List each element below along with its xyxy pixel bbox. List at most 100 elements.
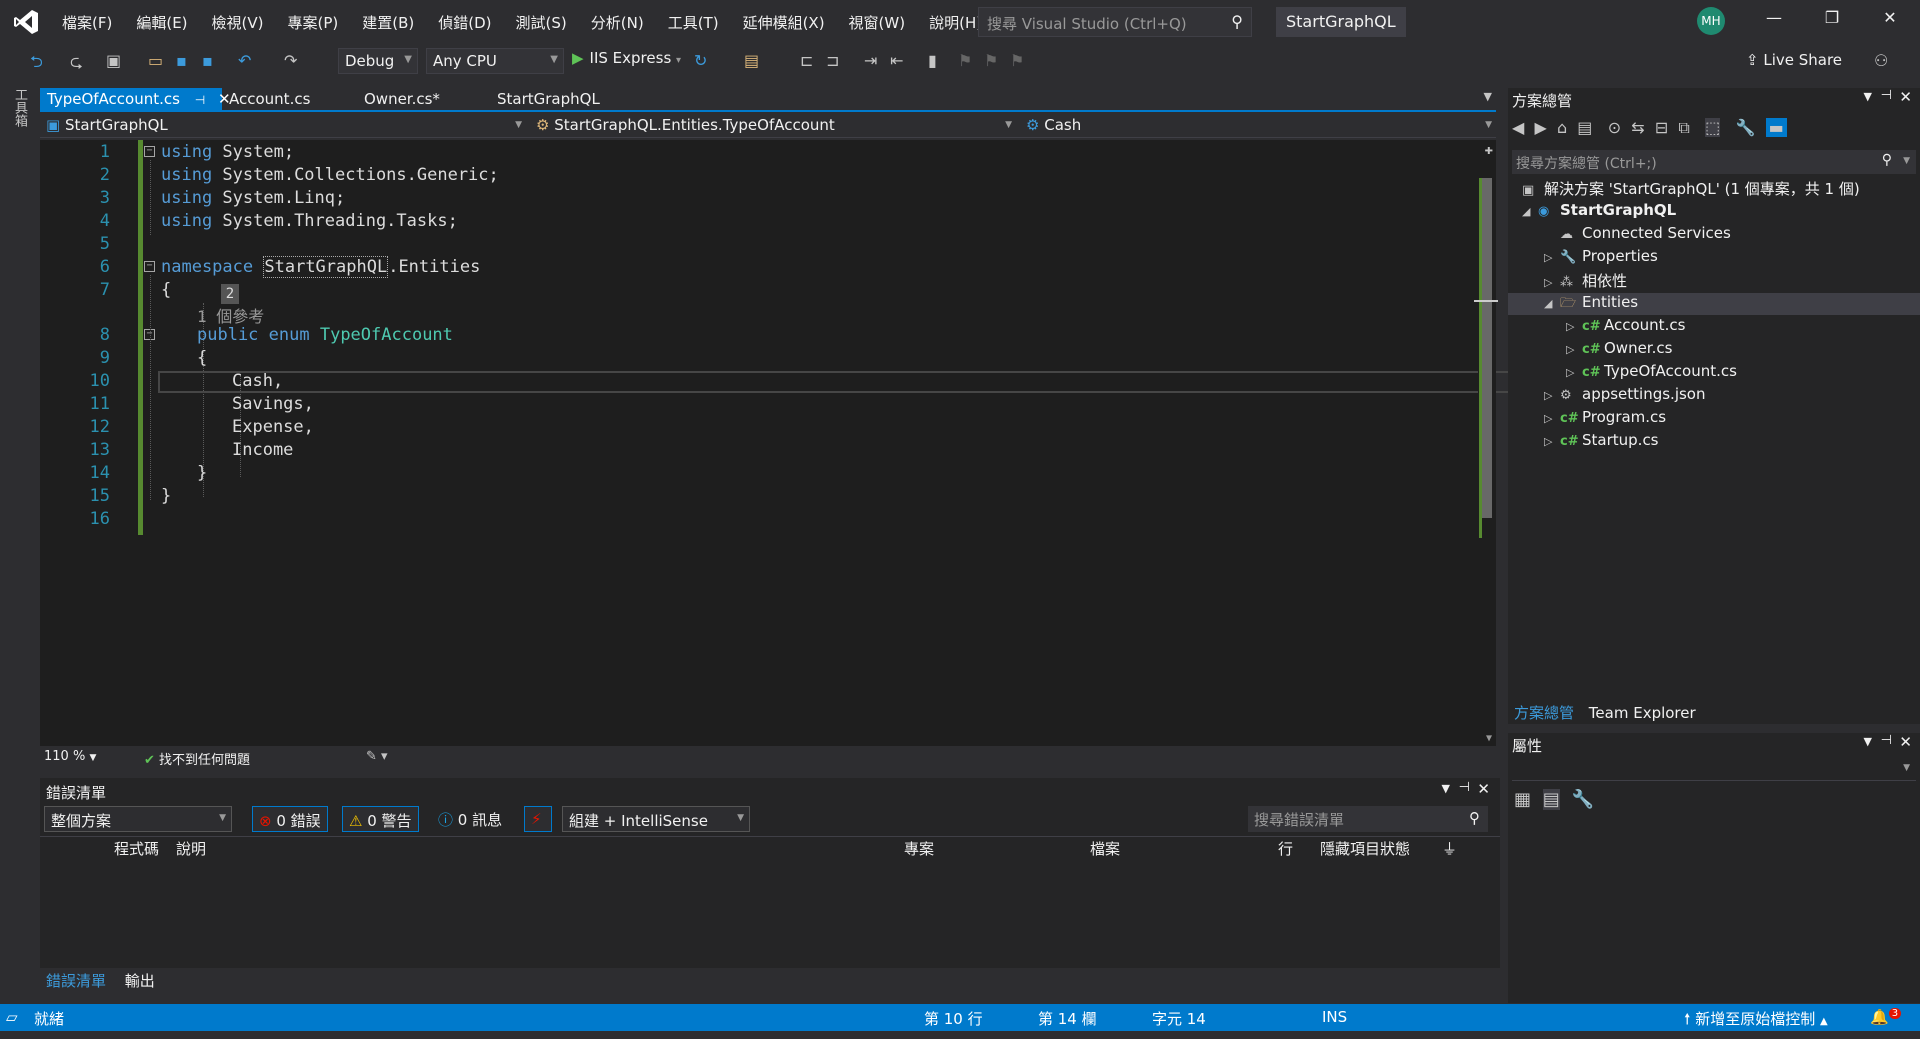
browser-link-icon[interactable]: ▤ [744,51,759,70]
configuration-select[interactable]: Debug ▼ [338,48,418,74]
search-input[interactable]: 搜尋 Visual Studio (Ctrl+Q) ⚲ [978,7,1252,37]
menu-view[interactable]: 檢視(V) [200,12,276,33]
tree-entities-folder[interactable]: ◢ 🗁 Entities [1508,293,1920,315]
solution-search-input[interactable]: 搜尋方案總管 (Ctrl+;) ⚲ ▼ [1512,150,1916,174]
build-source-select[interactable]: 組建 + IntelliSense ▼ [562,806,750,832]
minimize-button[interactable]: — [1754,8,1794,36]
toolbox-tab[interactable]: 工具箱 [10,88,29,127]
add-to-source-control[interactable]: 🠕 新增至原始檔控制 ▲ [1684,1008,1828,1034]
menu-analyze[interactable]: 分析(N) [579,12,656,33]
back-icon[interactable]: ◀ [1512,118,1524,137]
pin-icon[interactable]: ⊣ [195,93,205,107]
type-select[interactable]: ⚙ StartGraphQL.Entities.TypeOfAccount ▼ [530,114,1016,138]
project-select[interactable]: ▣ StartGraphQL ▼ [40,114,526,138]
menu-file[interactable]: 檔案(F) [50,12,124,33]
tab-team-explorer[interactable]: Team Explorer [1589,704,1696,722]
filter-icon[interactable]: ⏚ [1442,838,1457,859]
collapse-icon[interactable]: − [144,146,155,157]
categorized-icon[interactable]: ▦ [1514,789,1531,810]
scroll-thumb[interactable] [1482,178,1492,518]
outdent-icon[interactable]: ⇤ [890,51,903,70]
bookmark-icon[interactable]: ▮ [928,51,937,70]
close-window-button[interactable]: ✕ [1870,8,1910,36]
scope-select[interactable]: 整個方案 ▼ [44,806,232,832]
clear-bookmarks-icon[interactable]: ⚑ [1010,51,1024,70]
tree-appsettings[interactable]: ▷ ⚙ appsettings.json [1544,385,1706,407]
tab-output[interactable]: 輸出 [125,972,155,990]
panel-dropdown-icon[interactable]: ▼ [1864,735,1872,748]
open-folder-icon[interactable]: ▭ [148,51,163,70]
pin-icon[interactable]: ⊣ [1459,780,1470,795]
alphabetical-icon[interactable]: ▤ [1542,789,1560,810]
menu-build[interactable]: 建置(B) [350,12,426,33]
brush-icon[interactable]: ✎ ▾ [366,749,388,764]
tree-owner-file[interactable]: ▷ c# Owner.cs [1566,339,1672,361]
pending-changes-icon[interactable]: ⊙ [1608,118,1621,137]
sync-icon[interactable]: ⇆ [1631,118,1644,137]
warnings-filter[interactable]: ⚠ 0 警告 [342,806,419,832]
refresh-icon[interactable]: ↻ [694,51,707,70]
build-filter-icon[interactable]: ⚡ [524,806,552,832]
tree-startup-file[interactable]: ▷ c# Startup.cs [1544,431,1659,453]
redo-icon[interactable]: ↷ [284,51,297,70]
pin-icon[interactable]: ⊣ [1881,733,1892,748]
layout-icon[interactable]: ⊐ [826,51,839,70]
prev-bookmark-icon[interactable]: ⚑ [958,51,972,70]
save-all-icon[interactable]: ▪ [202,51,213,70]
vertical-scrollbar[interactable]: ✚ ▼ [1474,140,1498,746]
feedback-icon[interactable]: ⚇ [1874,51,1888,70]
close-icon[interactable]: ✕ [1899,88,1912,106]
menu-debug[interactable]: 偵錯(D) [426,12,503,33]
col-file[interactable]: 檔案 [1090,838,1120,859]
tab-error-list[interactable]: 錯誤清單 [46,972,106,990]
menu-project[interactable]: 專案(P) [276,12,351,33]
restore-button[interactable]: ❐ [1812,8,1852,36]
collapse-icon[interactable]: − [144,261,155,272]
step-icon[interactable]: ⊏ [800,51,813,70]
code-editor[interactable]: 1 2 3 4 5 6 7 8 9 10 11 12 13 14 15 16 −… [40,140,1514,746]
col-description[interactable]: 說明 [176,838,206,859]
forward-icon[interactable]: ⮎ [70,51,83,78]
menu-extensions[interactable]: 延伸模組(X) [731,12,837,33]
tree-dependencies[interactable]: ▷ ⁂ 相依性 [1544,270,1627,292]
tab-typeofaccount[interactable]: TypeOfAccount.cs ⊣ ✕ [40,88,231,112]
tab-solution-explorer[interactable]: 方案總管 [1514,704,1574,722]
next-bookmark-icon[interactable]: ⚑ [984,51,998,70]
menu-tools[interactable]: 工具(T) [656,12,731,33]
home-icon[interactable]: ⌂ [1557,118,1567,137]
panel-dropdown-icon[interactable]: ▼ [1864,90,1872,103]
indent-icon[interactable]: ⇥ [864,51,877,70]
scroll-down-icon[interactable]: ▼ [1486,733,1492,744]
menu-edit[interactable]: 編輯(E) [124,12,199,33]
tree-project[interactable]: ◢ ◉ StartGraphQL [1522,201,1676,223]
notifications-bell[interactable]: 🔔 3 [1870,1008,1902,1026]
member-select[interactable]: ⚙ Cash ▼ [1020,114,1496,138]
property-pages-icon[interactable]: 🔧 [1572,789,1594,810]
undo-icon[interactable]: ↶ [238,51,251,70]
menu-window[interactable]: 視窗(W) [837,12,918,33]
properties-icon[interactable]: 🔧 [1736,118,1756,137]
track-active-icon[interactable]: ⬚ [1705,118,1721,137]
close-icon[interactable]: ✕ [1477,780,1490,798]
tree-account-file[interactable]: ▷ c# Account.cs [1566,316,1685,338]
switch-views-icon[interactable]: ▤ [1577,118,1592,137]
error-search-input[interactable]: 搜尋錯誤清單 ⚲ [1248,806,1488,832]
chevron-down-icon[interactable]: ▼ [1484,90,1492,103]
split-icon[interactable]: ✚ [1485,142,1493,158]
pin-icon[interactable]: ⊣ [1881,88,1892,103]
tab-owner[interactable]: Owner.cs* [357,88,447,112]
menu-test[interactable]: 測試(S) [504,12,579,33]
col-line[interactable]: 行 [1278,838,1293,859]
horizontal-scrollbar[interactable] [426,752,1486,762]
show-all-files-icon[interactable]: ⧉ [1678,118,1689,137]
col-code[interactable]: 程式碼 [114,838,159,859]
tab-startgraphql[interactable]: StartGraphQL [490,88,607,112]
back-icon[interactable]: ⮌ [30,51,43,78]
collapse-all-icon[interactable]: ⊟ [1655,118,1668,137]
save-icon[interactable]: ▪ [176,51,187,70]
forward-icon[interactable]: ▶ [1534,118,1546,137]
panel-dropdown-icon[interactable]: ▼ [1442,782,1450,795]
run-button[interactable]: ▶ IIS Express ▾ [572,49,681,75]
tab-account[interactable]: Account.cs [222,88,317,112]
tree-connected-services[interactable]: ☁ Connected Services [1560,224,1731,246]
